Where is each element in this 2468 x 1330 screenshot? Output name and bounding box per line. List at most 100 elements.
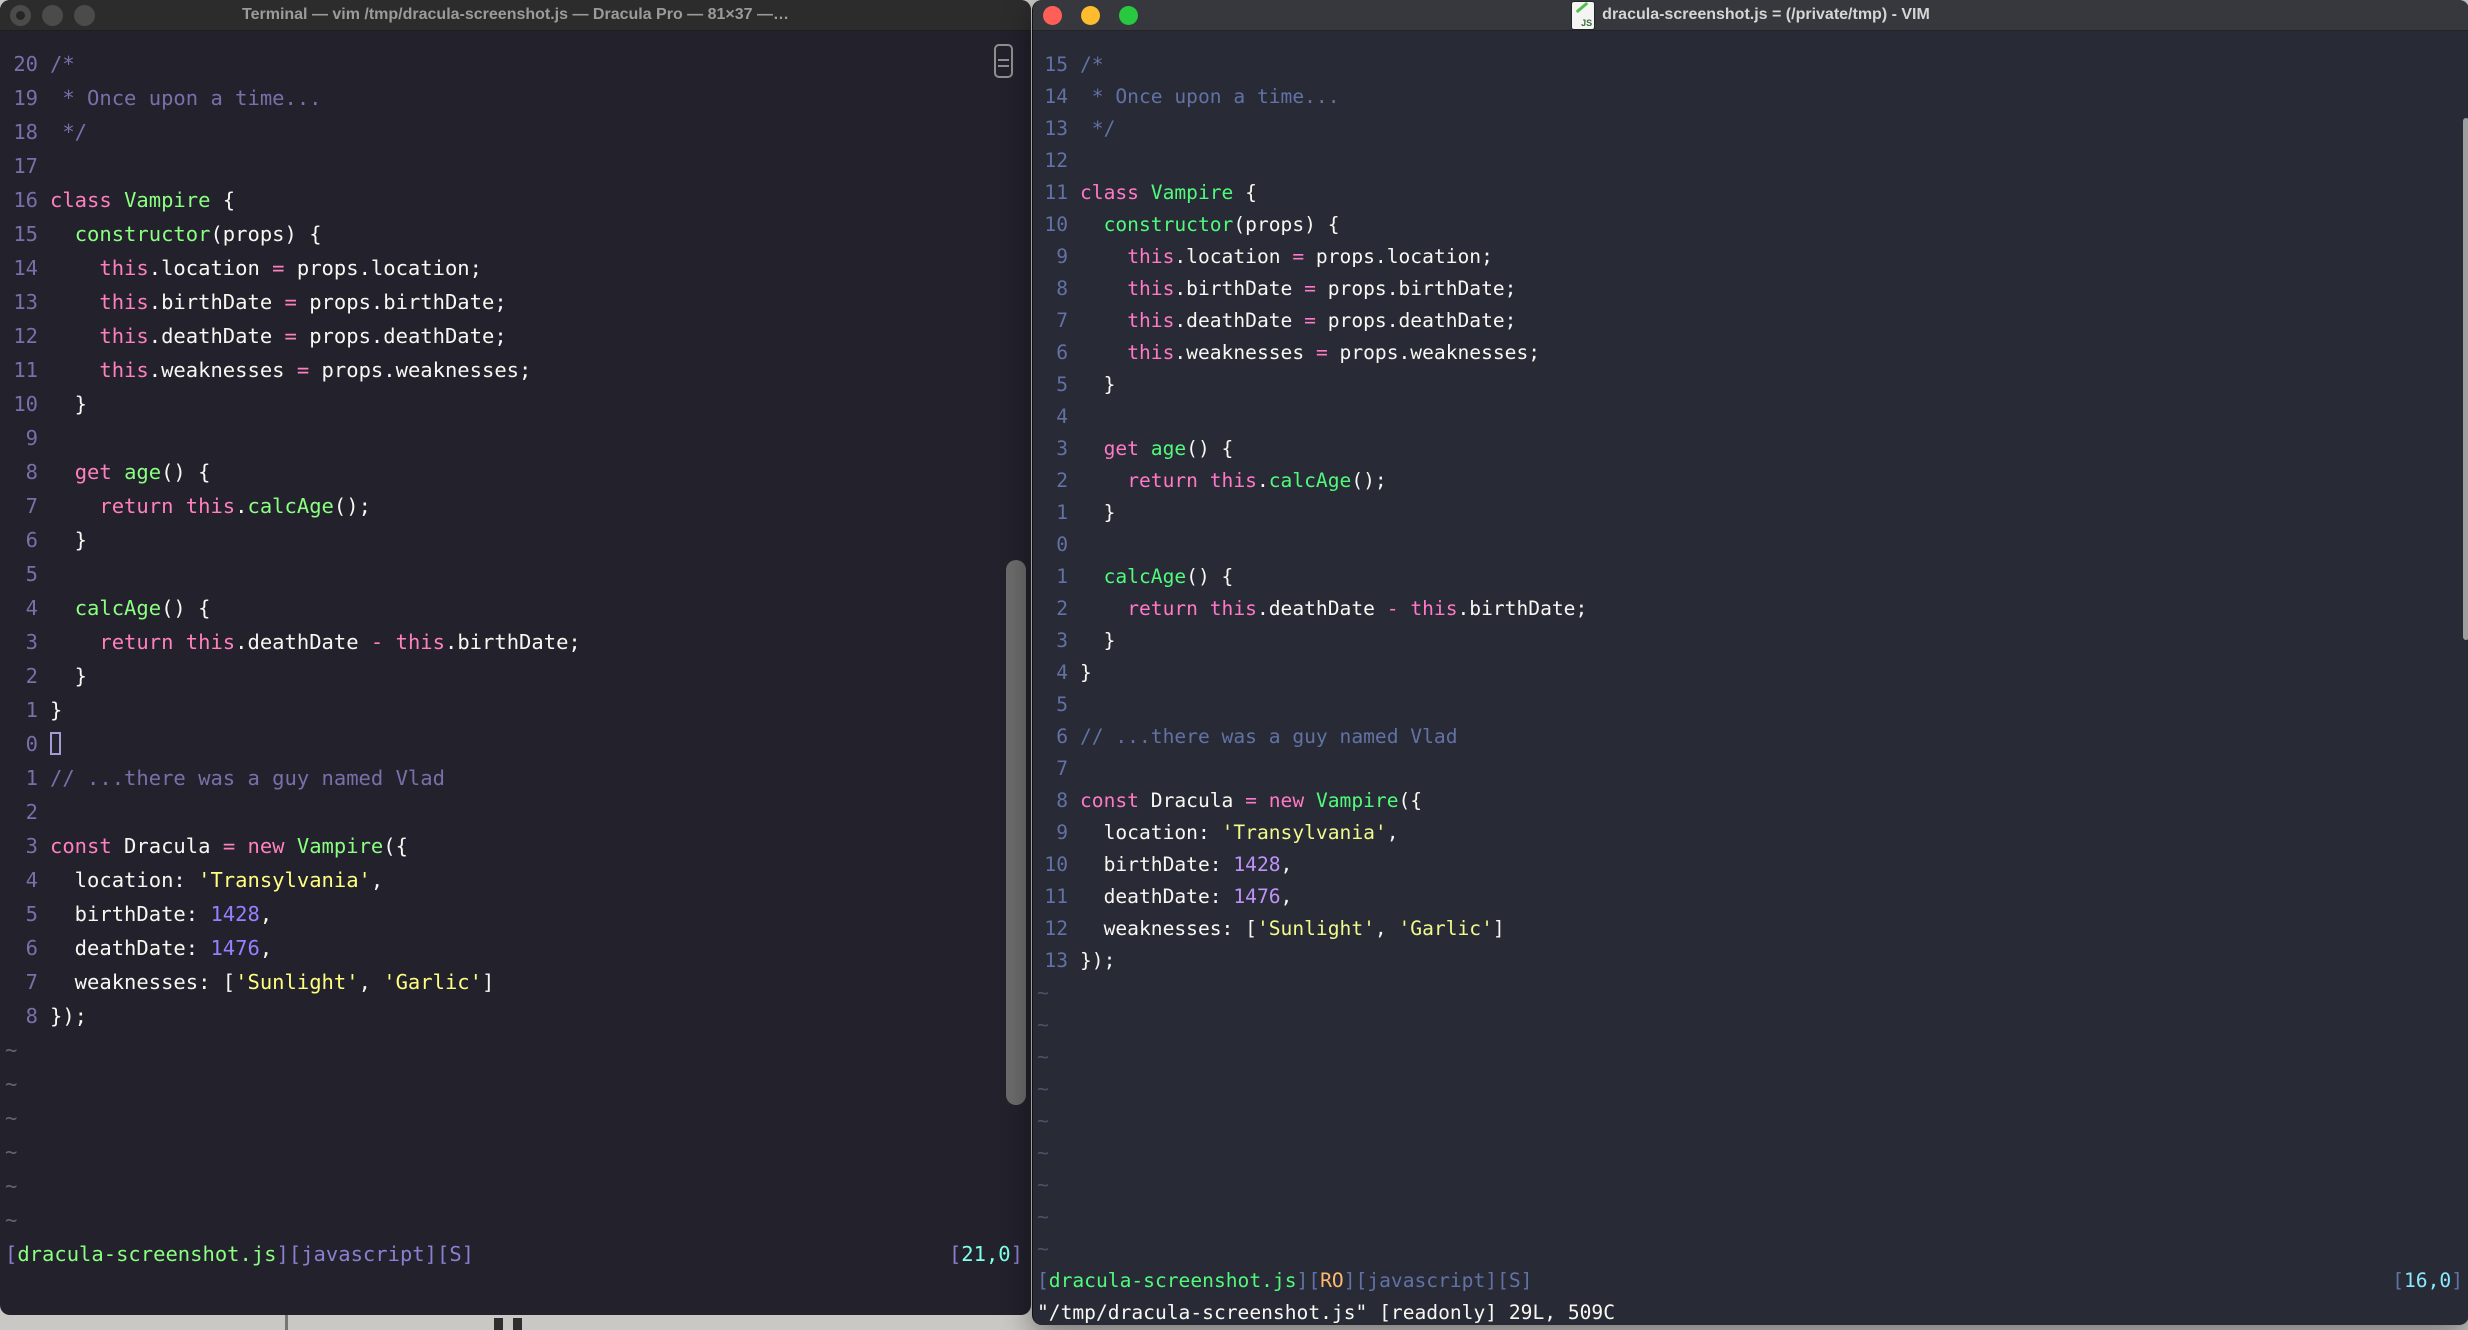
code-token: location: [1080,821,1222,844]
code-token: ] [1520,1269,1533,1292]
terminal-titlebar[interactable]: Terminal — vim /tmp/dracula-screenshot.j… [0,0,1031,31]
code-token: return [99,630,174,654]
terminal-window-title: Terminal — vim /tmp/dracula-screenshot.j… [242,6,789,23]
code-line: 3 get age() { [1037,433,2463,465]
code-line: 3 } [1037,625,2463,657]
code-token: , [1374,917,1399,940]
close-button[interactable] [10,4,31,26]
minimize-button[interactable] [42,4,63,26]
code-token: () { [1186,437,1234,460]
code-token: () { [161,596,211,620]
tilde-marker: ~ [5,1174,18,1198]
terminal-scrollbar-thumb[interactable] [1006,560,1026,1105]
code-token: dracula-screenshot.js [17,1242,277,1266]
code-text: }); [50,999,87,1033]
code-text: this.birthDate = props.birthDate; [50,285,507,319]
code-token: = [1315,341,1328,364]
code-token: = [284,324,297,348]
line-number: 15 [1044,53,1068,76]
code-token: 'Sunlight' [235,970,359,994]
line-number: 4 [1056,661,1068,684]
code-text: } [50,523,87,557]
code-token: [ [1037,1269,1049,1292]
line-number: 4 [25,596,38,620]
code-line: 1 calcAge() { [1037,561,2463,593]
code-token: = [1304,309,1316,332]
code-text: // ...there was a guy named Vlad [50,761,445,795]
code-token: RO [1320,1269,1344,1292]
line-number: 12 [1044,149,1068,172]
code-token: // ...there was a guy named Vlad [1080,725,1458,748]
code-text: class Vampire { [1080,177,1257,209]
macvim-titlebar[interactable]: JS dracula-screenshot.js = (/private/tmp… [1033,0,2468,31]
zoom-button[interactable] [1119,5,1138,25]
macvim-scrollbar-thumb[interactable] [2463,118,2468,640]
zoom-button[interactable] [74,4,95,26]
code-token: .location [1174,245,1293,268]
statusline-file-info: [dracula-screenshot.js][RO][javascript][… [1037,1265,1532,1297]
code-token: props.birthDate; [296,290,507,314]
code-line: 11 deathDate: 1476, [1037,881,2463,913]
tilde-marker: ~ [1037,1077,1049,1100]
code-token: }); [50,1004,88,1028]
code-line: 20 /* [5,47,1023,81]
code-token: this [1127,277,1175,300]
line-number: 5 [25,902,38,926]
code-text: */ [1080,113,1116,145]
vim-commandline [5,1271,1023,1305]
empty-line-tilde: ~ [1037,1169,2463,1201]
code-line: 13}); [1037,945,2463,977]
code-text: return this.deathDate - this.birthDate; [1080,593,1587,625]
code-token: [ [2392,1269,2405,1292]
code-token: , [358,970,384,994]
statusline-file-info: [dracula-screenshot.js][javascript][S] [5,1237,474,1271]
code-line: 6 deathDate: 1476, [5,931,1023,965]
close-button[interactable] [1043,5,1062,25]
code-line: 18 */ [5,115,1023,149]
code-text: this.birthDate = props.birthDate; [1080,273,1516,305]
code-line: 9 this.location = props.location; [1037,241,2463,273]
code-token: } [1080,661,1092,684]
code-token: this [185,630,236,654]
code-line: 0 [5,727,1023,761]
macvim-buffer[interactable]: 15/* 14 * Once upon a time... 13 */12 11 cla… [1033,31,2468,1325]
split-pane-button[interactable] [994,44,1013,78]
code-text: this.location = props.location; [1080,241,1493,273]
code-token: ] [482,970,495,994]
line-number: 9 [1056,821,1068,844]
terminal-vim-buffer[interactable]: 20/* 19 * Once upon a time... 18 */17 16 cla… [0,31,1031,1305]
code-line: 4 calcAge() { [5,591,1023,625]
empty-line-tilde: ~ [1037,977,2463,1009]
minimize-button[interactable] [1081,5,1100,25]
code-token: Vampire [1315,789,1399,812]
code-token: dracula-screenshot.js [1048,1269,1297,1292]
line-number: 9 [1056,245,1068,268]
line-number: 11 [1044,181,1068,204]
code-token: 16,0 [2404,1269,2452,1292]
code-text: constructor(props) { [50,217,322,251]
empty-line-tilde: ~ [1037,1201,2463,1233]
code-line: 5 [5,557,1023,591]
code-text: location: 'Transylvania', [1080,817,1399,849]
empty-line-tilde: ~ [1037,1041,2463,1073]
code-text: const Dracula = new Vampire({ [1080,785,1422,817]
code-line: 3 const Dracula = new Vampire({ [5,829,1023,863]
code-token: } [50,528,88,552]
code-line: 2 return this.deathDate - this.birthDate… [1037,593,2463,625]
line-number: 3 [25,630,38,654]
code-token: ({ [383,834,408,858]
code-token: ][ [276,1242,302,1266]
empty-line-tilde: ~ [1037,1233,2463,1265]
code-token: this [1410,597,1458,620]
line-number: 1 [25,766,38,790]
code-token: ] [2451,1269,2463,1292]
